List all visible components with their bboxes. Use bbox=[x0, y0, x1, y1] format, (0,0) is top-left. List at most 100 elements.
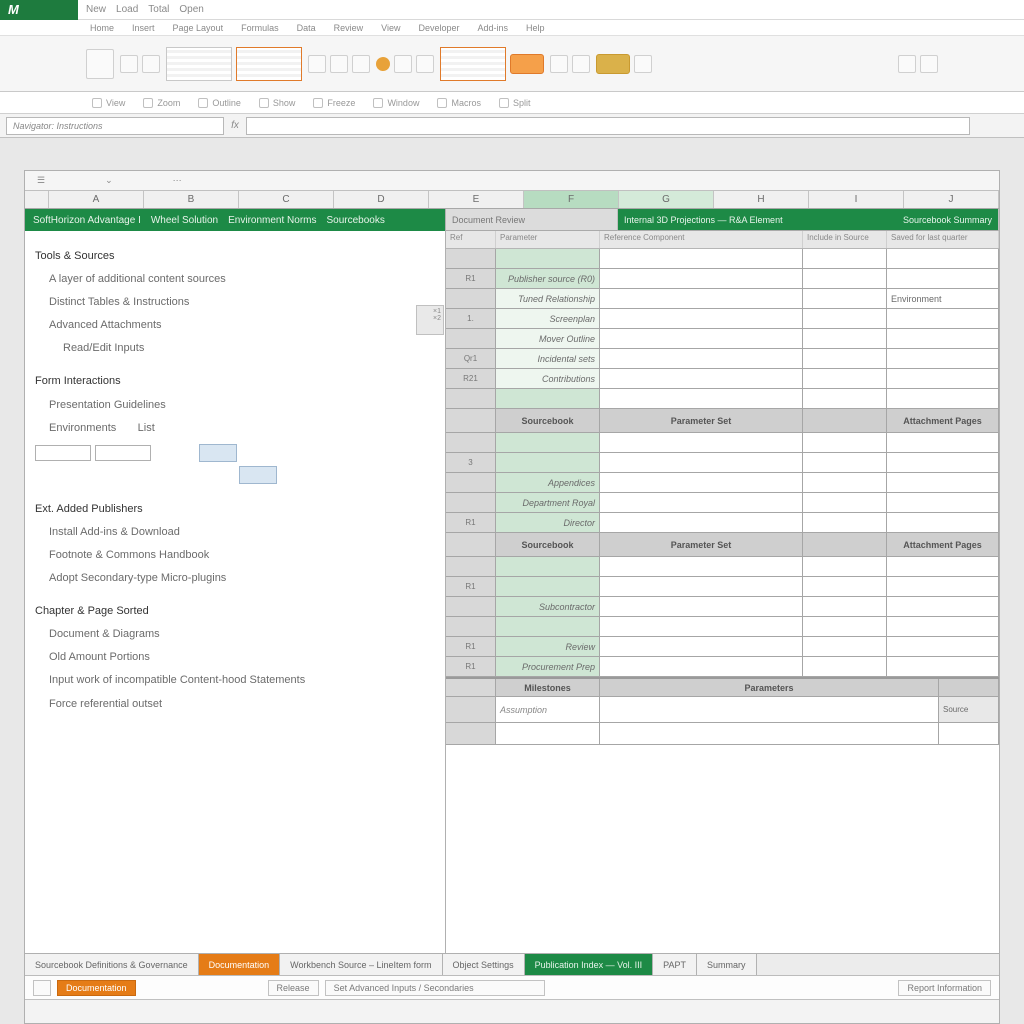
lower-chip[interactable] bbox=[33, 980, 51, 996]
ribbon-tab[interactable]: Developer bbox=[418, 23, 459, 33]
outline-item[interactable]: A layer of additional content sources bbox=[35, 268, 435, 291]
row-number[interactable] bbox=[446, 409, 496, 432]
styles-panel-alt[interactable] bbox=[236, 47, 302, 81]
cell[interactable] bbox=[803, 433, 887, 452]
cell[interactable] bbox=[887, 453, 999, 472]
underline-icon[interactable] bbox=[352, 55, 370, 73]
cell[interactable] bbox=[600, 617, 803, 636]
subribbon-item[interactable]: Zoom bbox=[143, 98, 180, 108]
ribbon-tab[interactable]: Review bbox=[334, 23, 364, 33]
row-label[interactable] bbox=[496, 389, 600, 408]
border-icon[interactable] bbox=[416, 55, 434, 73]
subribbon-item[interactable]: Split bbox=[499, 98, 531, 108]
align-center-icon[interactable] bbox=[572, 55, 590, 73]
cell[interactable] bbox=[803, 289, 887, 308]
outline-item[interactable]: Presentation Guidelines bbox=[35, 394, 435, 417]
ribbon-tab[interactable]: Data bbox=[297, 23, 316, 33]
col-header[interactable]: A bbox=[49, 191, 144, 208]
cell[interactable] bbox=[887, 597, 999, 616]
lower-chip[interactable]: Documentation bbox=[57, 980, 136, 996]
row-number[interactable] bbox=[446, 433, 496, 452]
row-label[interactable] bbox=[496, 249, 600, 268]
cell[interactable] bbox=[600, 289, 803, 308]
row-number[interactable] bbox=[446, 389, 496, 408]
cell[interactable] bbox=[887, 389, 999, 408]
cell[interactable] bbox=[887, 269, 999, 288]
lower-chip[interactable]: Report Information bbox=[898, 980, 991, 996]
cell[interactable] bbox=[887, 249, 999, 268]
subribbon-item[interactable]: Show bbox=[259, 98, 296, 108]
row-label[interactable]: Tuned Relationship bbox=[496, 289, 600, 308]
sheet-tab[interactable]: Sourcebook Definitions & Governance bbox=[25, 954, 199, 975]
cell[interactable] bbox=[887, 557, 999, 576]
row-number[interactable] bbox=[446, 249, 496, 268]
cell[interactable] bbox=[803, 617, 887, 636]
cell[interactable] bbox=[600, 309, 803, 328]
ws-tool[interactable]: ⋯ bbox=[173, 175, 182, 186]
outline-button[interactable] bbox=[199, 444, 237, 462]
cell[interactable] bbox=[600, 433, 803, 452]
formula-input[interactable] bbox=[246, 117, 970, 135]
subribbon-item[interactable]: Freeze bbox=[313, 98, 355, 108]
cell[interactable] bbox=[600, 557, 803, 576]
col-header[interactable]: E bbox=[429, 191, 524, 208]
col-header[interactable]: G bbox=[619, 191, 714, 208]
cell[interactable] bbox=[803, 309, 887, 328]
cell[interactable] bbox=[803, 577, 887, 596]
row-label[interactable] bbox=[496, 617, 600, 636]
ribbon-tab[interactable]: Help bbox=[526, 23, 545, 33]
cell[interactable] bbox=[887, 617, 999, 636]
sheet-tab[interactable]: Documentation bbox=[199, 954, 281, 975]
color-swatch-icon[interactable] bbox=[376, 57, 390, 71]
cell[interactable] bbox=[803, 473, 887, 492]
cell[interactable] bbox=[600, 453, 803, 472]
cell[interactable] bbox=[600, 269, 803, 288]
cell[interactable] bbox=[600, 473, 803, 492]
row-label[interactable] bbox=[496, 433, 600, 452]
fx-icon[interactable]: fx bbox=[228, 119, 242, 133]
col-header[interactable]: D bbox=[334, 191, 429, 208]
cell[interactable] bbox=[600, 723, 939, 744]
cell[interactable] bbox=[803, 657, 887, 676]
outline-item[interactable]: Force referential outset bbox=[35, 693, 435, 716]
row-number[interactable] bbox=[446, 329, 496, 348]
cell[interactable] bbox=[887, 473, 999, 492]
cell[interactable] bbox=[803, 557, 887, 576]
col-header[interactable]: J bbox=[904, 191, 999, 208]
row-number[interactable] bbox=[446, 597, 496, 616]
row-number[interactable]: 1. bbox=[446, 309, 496, 328]
bold-icon[interactable] bbox=[308, 55, 326, 73]
sheet-tab[interactable]: Object Settings bbox=[443, 954, 525, 975]
row-label[interactable]: Screenplan bbox=[496, 309, 600, 328]
row-number[interactable] bbox=[446, 493, 496, 512]
row-number[interactable]: Qr1 bbox=[446, 349, 496, 368]
row-label[interactable]: Subcontractor bbox=[496, 597, 600, 616]
row-label[interactable]: Director bbox=[496, 513, 600, 532]
cell[interactable] bbox=[600, 577, 803, 596]
outline-section[interactable]: Ext. Added Publishers bbox=[35, 498, 435, 521]
outline-item[interactable]: Input work of incompatible Content-hood … bbox=[35, 669, 435, 692]
sheet-tab[interactable]: Publication Index — Vol. III bbox=[525, 954, 654, 975]
cell[interactable] bbox=[600, 697, 939, 722]
cell[interactable] bbox=[887, 513, 999, 532]
name-box[interactable]: Navigator: Instructions bbox=[6, 117, 224, 135]
outline-item[interactable]: Footnote & Commons Handbook bbox=[35, 544, 435, 567]
row-number[interactable]: R1 bbox=[446, 657, 496, 676]
outline-item[interactable]: Old Amount Portions bbox=[35, 646, 435, 669]
row-number[interactable]: R1 bbox=[446, 269, 496, 288]
row-label[interactable]: Review bbox=[496, 637, 600, 656]
menu-item[interactable]: Open bbox=[179, 4, 203, 15]
ws-tool[interactable]: ⌄ bbox=[105, 175, 113, 186]
row-label[interactable]: Procurement Prep bbox=[496, 657, 600, 676]
row-number[interactable]: 3 bbox=[446, 453, 496, 472]
menu-item[interactable]: Load bbox=[116, 4, 138, 15]
copy-icon[interactable] bbox=[142, 55, 160, 73]
ribbon-tab[interactable]: Page Layout bbox=[173, 23, 224, 33]
row-number[interactable] bbox=[446, 557, 496, 576]
subribbon-item[interactable]: Outline bbox=[198, 98, 241, 108]
cell[interactable] bbox=[600, 657, 803, 676]
cell[interactable] bbox=[803, 453, 887, 472]
row-label[interactable]: Appendices bbox=[496, 473, 600, 492]
cell[interactable] bbox=[600, 349, 803, 368]
select-all-cell[interactable] bbox=[25, 191, 49, 208]
